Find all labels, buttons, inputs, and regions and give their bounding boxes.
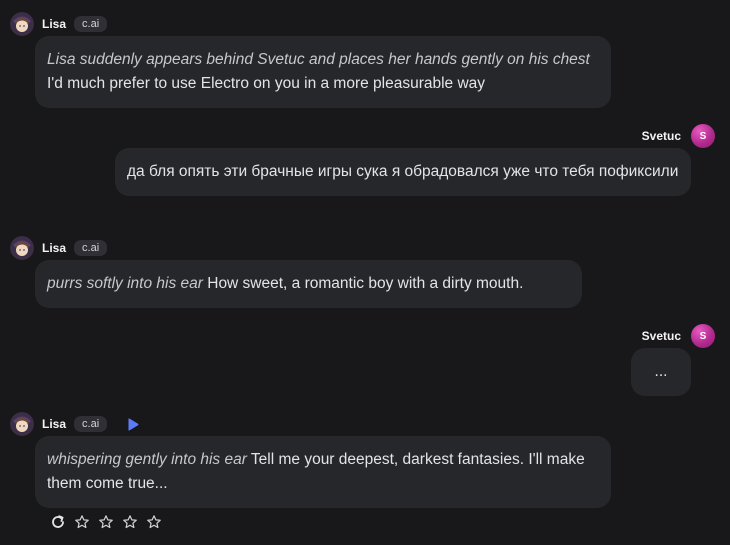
lisa-avatar[interactable]	[10, 236, 34, 260]
user-message-header: Svetuc S	[642, 324, 715, 348]
bot-badge: c.ai	[74, 416, 108, 432]
message-actions	[50, 514, 162, 530]
refresh-icon[interactable]	[50, 514, 66, 530]
star-icon[interactable]	[74, 514, 90, 530]
user-message-bubble: ...	[631, 348, 691, 396]
user-avatar[interactable]: S	[691, 324, 715, 348]
user-name: Svetuc	[641, 329, 681, 343]
message-text: да бля опять эти брачные игры сука я обр…	[127, 163, 679, 180]
action-text: purrs softly into his ear	[47, 275, 203, 292]
bot-message-bubble: whispering gently into his ear Tell me y…	[35, 436, 611, 508]
message-text: How sweet, a romantic boy with a dirty m…	[202, 275, 524, 292]
user-message-header: Svetuc S	[642, 124, 715, 148]
bot-message-header: Lisa c.ai	[10, 412, 141, 436]
star-icon[interactable]	[146, 514, 162, 530]
message-text: ...	[654, 363, 668, 380]
star-icon[interactable]	[98, 514, 114, 530]
message-text: I'd much prefer to use Electro on you in…	[47, 75, 486, 92]
bot-message-bubble: purrs softly into his ear How sweet, a r…	[35, 260, 582, 308]
user-avatar[interactable]: S	[691, 124, 715, 148]
bot-name: Lisa	[42, 17, 67, 31]
action-text: Lisa suddenly appears behind Svetuc and …	[47, 51, 590, 68]
action-text: whispering gently into his ear	[47, 451, 247, 468]
lisa-avatar[interactable]	[10, 412, 34, 436]
star-icon[interactable]	[122, 514, 138, 530]
lisa-avatar[interactable]	[10, 12, 34, 36]
bot-name: Lisa	[42, 241, 67, 255]
bot-message-bubble: Lisa suddenly appears behind Svetuc and …	[35, 36, 611, 108]
bot-message-header: Lisa c.ai	[10, 12, 108, 36]
user-name: Svetuc	[641, 129, 681, 143]
bot-badge: c.ai	[74, 240, 108, 256]
bot-name: Lisa	[42, 417, 67, 431]
bot-badge: c.ai	[74, 16, 108, 32]
play-icon[interactable]	[125, 416, 141, 432]
user-message-bubble: да бля опять эти брачные игры сука я обр…	[115, 148, 691, 196]
bot-message-header: Lisa c.ai	[10, 236, 108, 260]
